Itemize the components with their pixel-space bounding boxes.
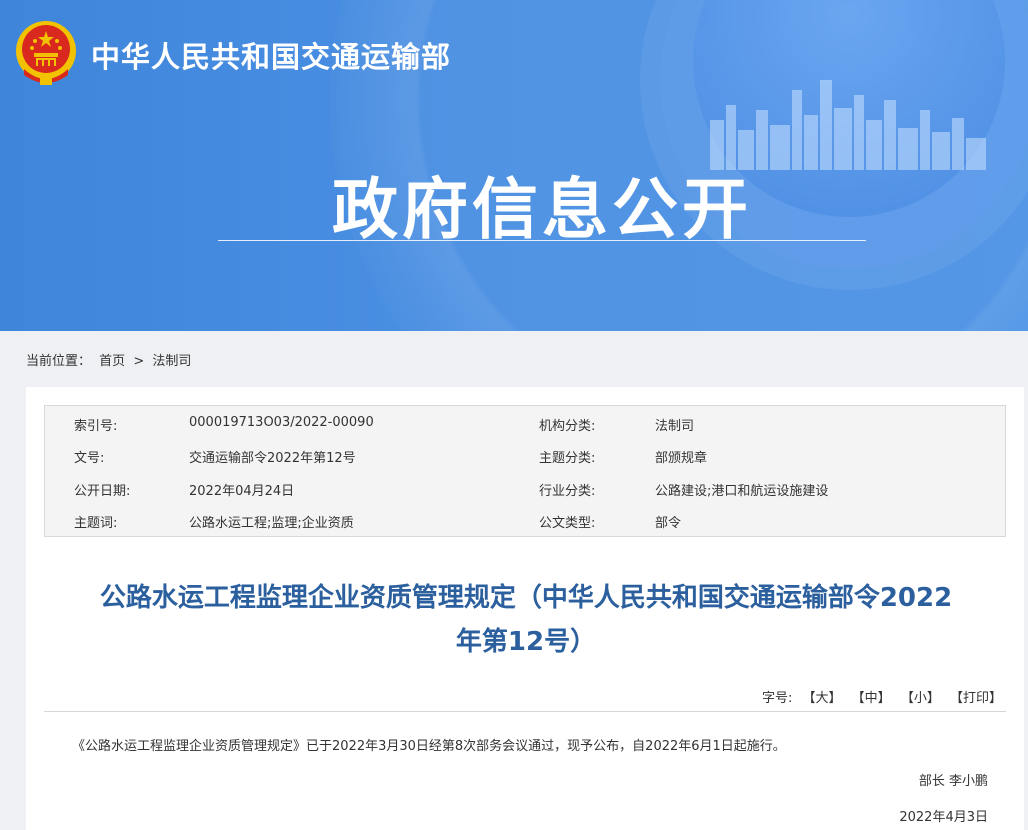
breadcrumb-current-link[interactable]: 法制司	[152, 354, 191, 369]
article-title-line2: 年第12号）	[455, 627, 597, 657]
print-button[interactable]: 【打印】	[950, 691, 1002, 706]
font-size-small-button[interactable]: 【小】	[901, 691, 940, 706]
font-size-medium-button[interactable]: 【中】	[852, 691, 891, 706]
article-body: 《公路水运工程监理企业资质管理规定》已于2022年3月30日经第8次部务会议通过…	[72, 739, 786, 754]
meta-key: 公开日期:	[74, 484, 131, 499]
meta-key: 公文类型:	[539, 516, 596, 531]
ministry-name[interactable]: 中华人民共和国交通运输部	[91, 34, 451, 76]
article-title-line1: 公路水运工程监理企业资质管理规定（中华人民共和国交通运输部令2022	[99, 583, 953, 613]
breadcrumb-home-link[interactable]: 首页	[99, 354, 125, 369]
breadcrumb-separator: >	[133, 354, 145, 369]
header-banner: 中华人民共和国交通运输部 政府信息公开	[0, 0, 1028, 331]
page-title: 政府信息公开	[332, 171, 752, 248]
article-title: 公路水运工程监理企业资质管理规定（中华人民共和国交通运输部令2022 年第12号…	[44, 576, 1008, 664]
meta-value: 000019713O03/2022-00090	[189, 415, 374, 430]
national-emblem-icon	[16, 21, 76, 85]
meta-key: 文号:	[74, 451, 105, 466]
meta-key: 行业分类:	[539, 484, 596, 499]
breadcrumb: 当前位置： 首页 > 法制司	[26, 350, 195, 369]
meta-value: 交通运输部令2022年第12号	[189, 451, 356, 466]
font-size-large-button[interactable]: 【大】	[803, 691, 842, 706]
content-divider	[44, 711, 1006, 712]
meta-key: 索引号:	[74, 419, 118, 434]
title-underline	[218, 240, 866, 241]
meta-value: 2022年04月24日	[189, 484, 295, 499]
meta-value: 部令	[655, 516, 682, 531]
meta-key: 主题词:	[74, 516, 118, 531]
meta-value: 部颁规章	[655, 451, 708, 466]
meta-value: 公路建设;港口和航运设施建设	[655, 484, 829, 499]
font-size-controls: 字号: 【大】 【中】 【小】 【打印】	[762, 687, 1002, 706]
meta-value: 公路水运工程;监理;企业资质	[189, 516, 354, 531]
breadcrumb-label: 当前位置：	[26, 354, 92, 369]
font-size-label: 字号:	[761, 691, 793, 706]
document-metadata-table: 索引号: 000019713O03/2022-00090 机构分类: 法制司 文…	[44, 405, 1006, 537]
article-date: 2022年4月3日	[899, 810, 988, 825]
meta-key: 机构分类:	[539, 419, 596, 434]
article-signer: 部长 李小鹏	[918, 774, 988, 789]
meta-value: 法制司	[655, 419, 695, 434]
meta-key: 主题分类:	[539, 451, 596, 466]
